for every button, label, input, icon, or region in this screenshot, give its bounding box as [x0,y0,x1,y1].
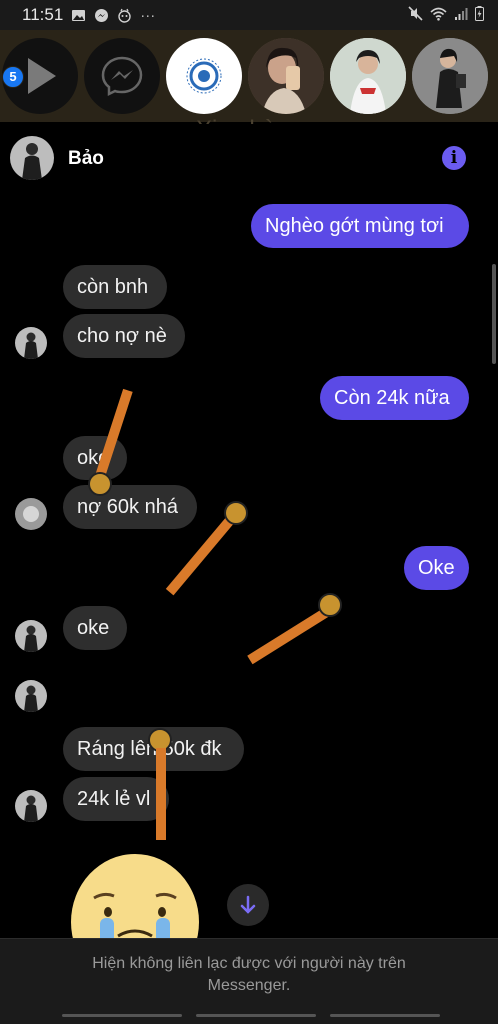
message-bubble-outgoing[interactable]: Oke [404,546,469,590]
unavailable-notice: Hiện không liên lạc được với người này t… [92,955,406,994]
photo-chat-head-3[interactable] [412,38,488,114]
scrollbar[interactable] [492,264,496,364]
system-nav-bar [0,1006,498,1024]
mute-icon [408,6,423,24]
watermark-stamp [247,593,342,665]
watermark-stamp [165,501,248,596]
nav-recents[interactable] [330,1014,440,1017]
conversation-header: Bảo i [0,124,498,194]
avatar [15,680,47,712]
photo-chat-head-1[interactable] [248,38,324,114]
image-icon [71,8,86,23]
message-bubble-incoming[interactable]: còn bnh [63,265,167,309]
avatar [15,620,47,652]
arrow-down-icon [240,895,256,914]
unread-badge: 5 [2,66,24,88]
signal-icon [454,7,468,24]
watermark-stamp [88,388,133,496]
messenger-icon [94,8,109,23]
avatar[interactable] [10,136,54,180]
status-bar: 11:51 ··· [0,0,498,30]
message-bubble-outgoing[interactable]: Còn 24k nữa [320,376,469,420]
nav-home[interactable] [196,1014,316,1017]
message-bubble-outgoing[interactable]: Nghèo gớt mùng tơi [251,204,469,248]
avatar [15,327,47,359]
overflow-dots: ··· [140,6,156,24]
wifi-icon [430,7,447,24]
avatar [15,498,47,530]
clock: 11:51 [22,5,64,24]
scroll-down-button[interactable] [227,884,269,926]
photo-chat-head-2[interactable] [330,38,406,114]
nav-back[interactable] [62,1014,182,1017]
messenger-chat-head[interactable] [84,38,160,114]
logo-chat-head[interactable] [166,38,242,114]
message-bubble-incoming[interactable]: cho nợ nè [63,314,185,358]
watermark-stamp [148,728,172,840]
info-icon[interactable]: i [442,146,466,170]
contact-name[interactable]: Bảo [68,148,104,170]
bot-icon [117,8,132,23]
chat-heads-bar: 5 Xin chào [0,30,498,143]
battery-icon [475,6,484,24]
message-bubble-incoming[interactable]: oke [63,606,127,650]
avatar [15,790,47,822]
